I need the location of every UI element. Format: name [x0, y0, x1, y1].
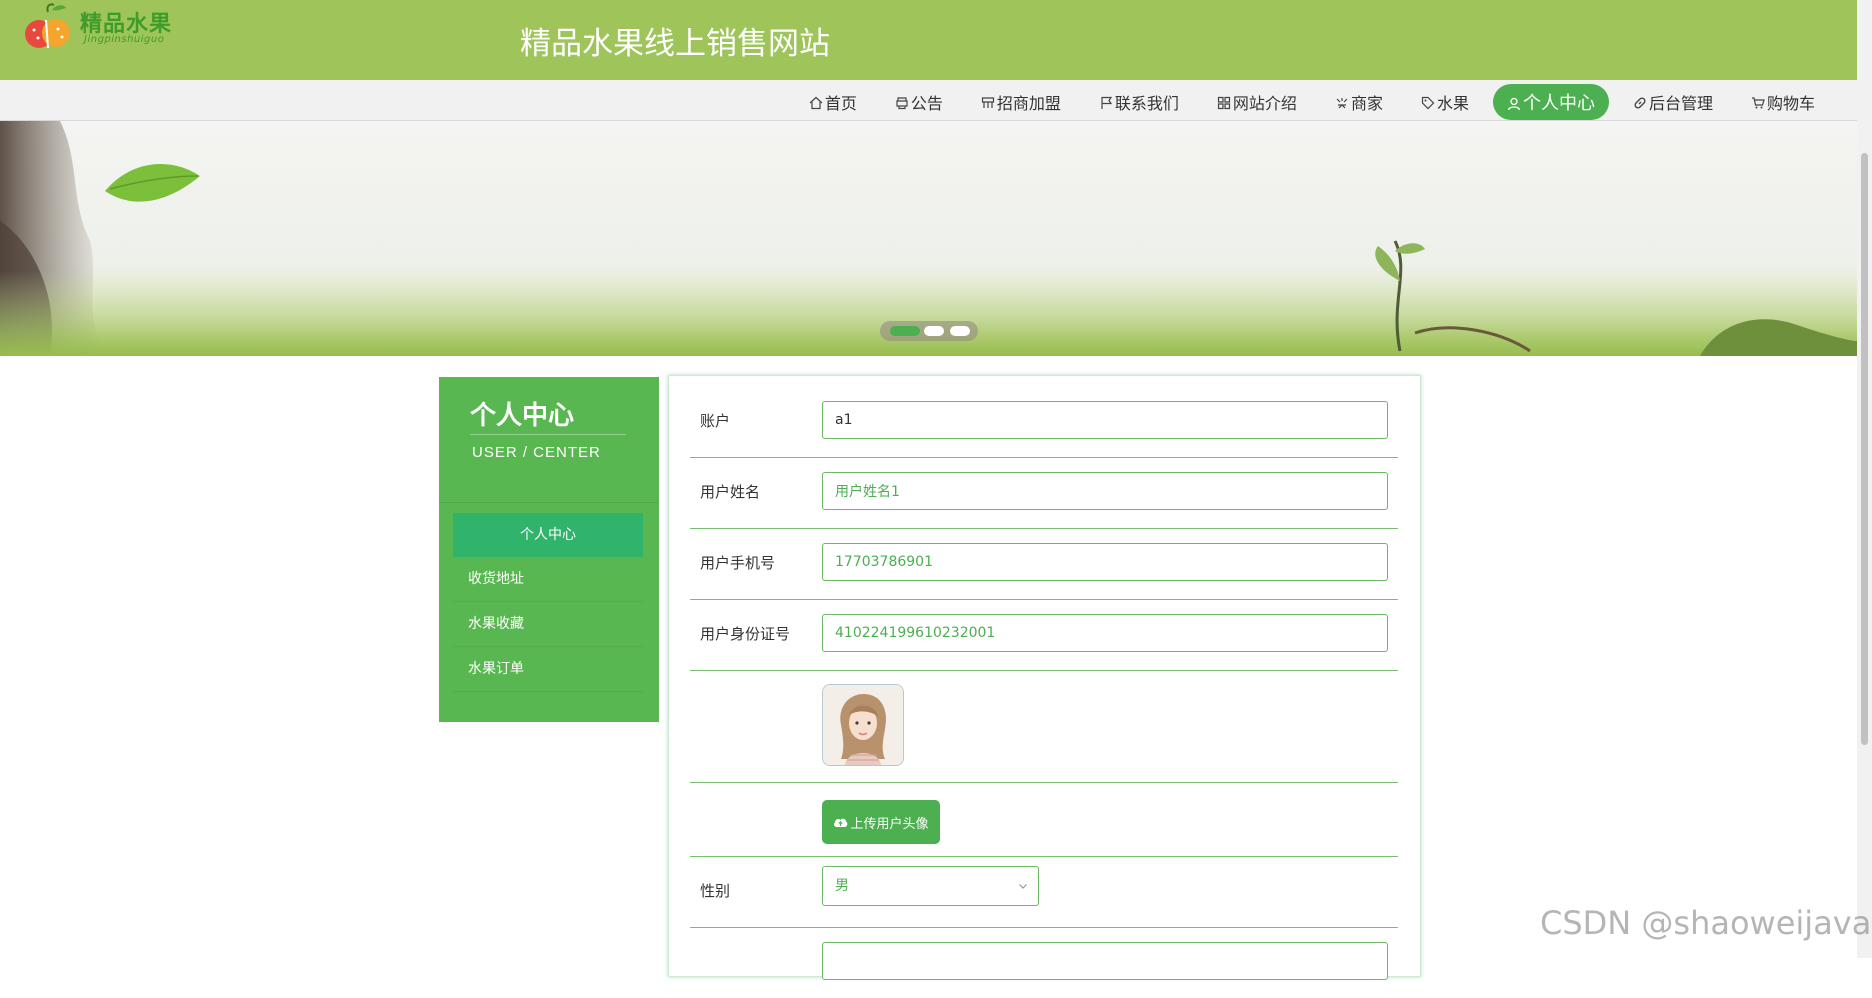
carousel-dot-2[interactable]	[924, 326, 944, 336]
form-row-next	[690, 927, 1398, 998]
user-avatar[interactable]	[822, 684, 904, 766]
nav-home-label: 首页	[824, 94, 857, 113]
id-card-input[interactable]	[822, 614, 1388, 652]
nav-user-center-label: 个人中心	[1522, 93, 1595, 114]
site-logo[interactable]: 精品水果 Jingpinshuiguo	[22, 2, 172, 58]
id-card-label: 用户身份证号	[700, 625, 791, 643]
nav-cart[interactable]: 购物车	[1737, 84, 1829, 120]
nav-admin-label: 后台管理	[1648, 94, 1713, 113]
csdn-watermark: CSDN @shaoweijava	[1540, 904, 1872, 942]
tag-icon	[1421, 95, 1435, 110]
form-row-name: 用户姓名	[690, 457, 1398, 529]
announcement-icon	[895, 95, 909, 110]
form-row-id-card: 用户身份证号	[690, 599, 1398, 671]
user-center-sidebar: 个人中心 USER / CENTER 个人中心 收货地址 水果收藏 水果订单	[439, 377, 659, 722]
fruit-logo-icon	[25, 3, 70, 49]
account-label: 账户	[700, 412, 731, 430]
gender-label: 性别	[700, 882, 731, 900]
user-icon	[1507, 95, 1521, 111]
site-header: 精品水果 Jingpinshuiguo 精品水果线上销售网站	[0, 0, 1857, 80]
sidebar-item-orders[interactable]: 水果订单	[453, 647, 643, 692]
form-row-upload: 上传用户头像	[690, 782, 1398, 857]
nav-admin[interactable]: 后台管理	[1619, 84, 1727, 120]
nav-home[interactable]: 首页	[795, 84, 871, 120]
site-title: 精品水果线上销售网站	[520, 26, 830, 62]
nav-contact[interactable]: 联系我们	[1085, 84, 1193, 120]
gender-select[interactable]: 男	[822, 866, 1039, 906]
nav-fruit[interactable]: 水果	[1407, 84, 1483, 120]
grid-icon	[1217, 95, 1231, 110]
form-row-avatar	[690, 670, 1398, 783]
avatar-portrait-icon	[823, 685, 903, 765]
nav-fruit-label: 水果	[1436, 94, 1469, 113]
home-icon	[809, 95, 823, 110]
gender-selected-value: 男	[835, 878, 849, 894]
sidebar-title-divider	[470, 434, 626, 435]
form-row-phone: 用户手机号	[690, 528, 1398, 600]
sidebar-divider	[439, 502, 659, 503]
nav-cart-label: 购物车	[1766, 94, 1815, 113]
shop-icon	[1335, 95, 1349, 109]
nav-announcement[interactable]: 公告	[881, 84, 957, 120]
logo-subtext: Jingpinshuiguo	[84, 34, 165, 45]
name-input[interactable]	[822, 472, 1388, 510]
main-nav: 首页 公告 招商加盟 联系我们 网站介绍 商家 水果 个人中心 后台管理 购物车	[0, 80, 1857, 121]
upload-avatar-label: 上传用户头像	[850, 816, 929, 832]
link-icon	[1633, 95, 1647, 109]
nav-about[interactable]: 网站介绍	[1203, 84, 1311, 120]
carousel-dot-3[interactable]	[950, 326, 970, 336]
next-field-input[interactable]	[822, 942, 1388, 980]
form-row-account: 账户	[690, 386, 1398, 458]
nav-franchise-label: 招商加盟	[996, 94, 1061, 113]
name-label: 用户姓名	[700, 483, 761, 501]
nav-shop[interactable]: 商家	[1321, 84, 1397, 120]
sidebar-title: 个人中心	[470, 401, 575, 431]
user-info-form: 账户 用户姓名 用户手机号 用户身份证号	[668, 375, 1421, 980]
cloud-upload-icon	[834, 818, 848, 827]
sidebar-item-address[interactable]: 收货地址	[453, 557, 643, 602]
cart-icon	[1751, 95, 1765, 109]
franchise-icon	[981, 95, 995, 109]
nav-about-label: 网站介绍	[1232, 94, 1297, 113]
chevron-down-icon	[1019, 884, 1027, 889]
sidebar-subtitle: USER / CENTER	[472, 444, 601, 461]
phone-label: 用户手机号	[700, 554, 776, 572]
carousel-indicators	[880, 321, 978, 341]
form-row-gender: 性别 男	[690, 856, 1398, 928]
nav-contact-label: 联系我们	[1114, 94, 1179, 113]
sidebar-menu: 个人中心 收货地址 水果收藏 水果订单	[453, 513, 643, 692]
account-input[interactable]	[822, 401, 1388, 439]
nav-shop-label: 商家	[1350, 94, 1383, 113]
flag-icon	[1099, 95, 1113, 109]
nav-franchise[interactable]: 招商加盟	[967, 84, 1075, 120]
sidebar-item-favorites[interactable]: 水果收藏	[453, 602, 643, 647]
sidebar-item-user-center[interactable]: 个人中心	[453, 513, 643, 557]
carousel-dot-1[interactable]	[890, 326, 920, 336]
nav-user-center[interactable]: 个人中心	[1492, 84, 1609, 120]
phone-input[interactable]	[822, 543, 1388, 581]
nav-announcement-label: 公告	[910, 94, 943, 113]
upload-avatar-button[interactable]: 上传用户头像	[822, 800, 940, 844]
page-scrollbar-thumb[interactable]	[1861, 153, 1868, 745]
